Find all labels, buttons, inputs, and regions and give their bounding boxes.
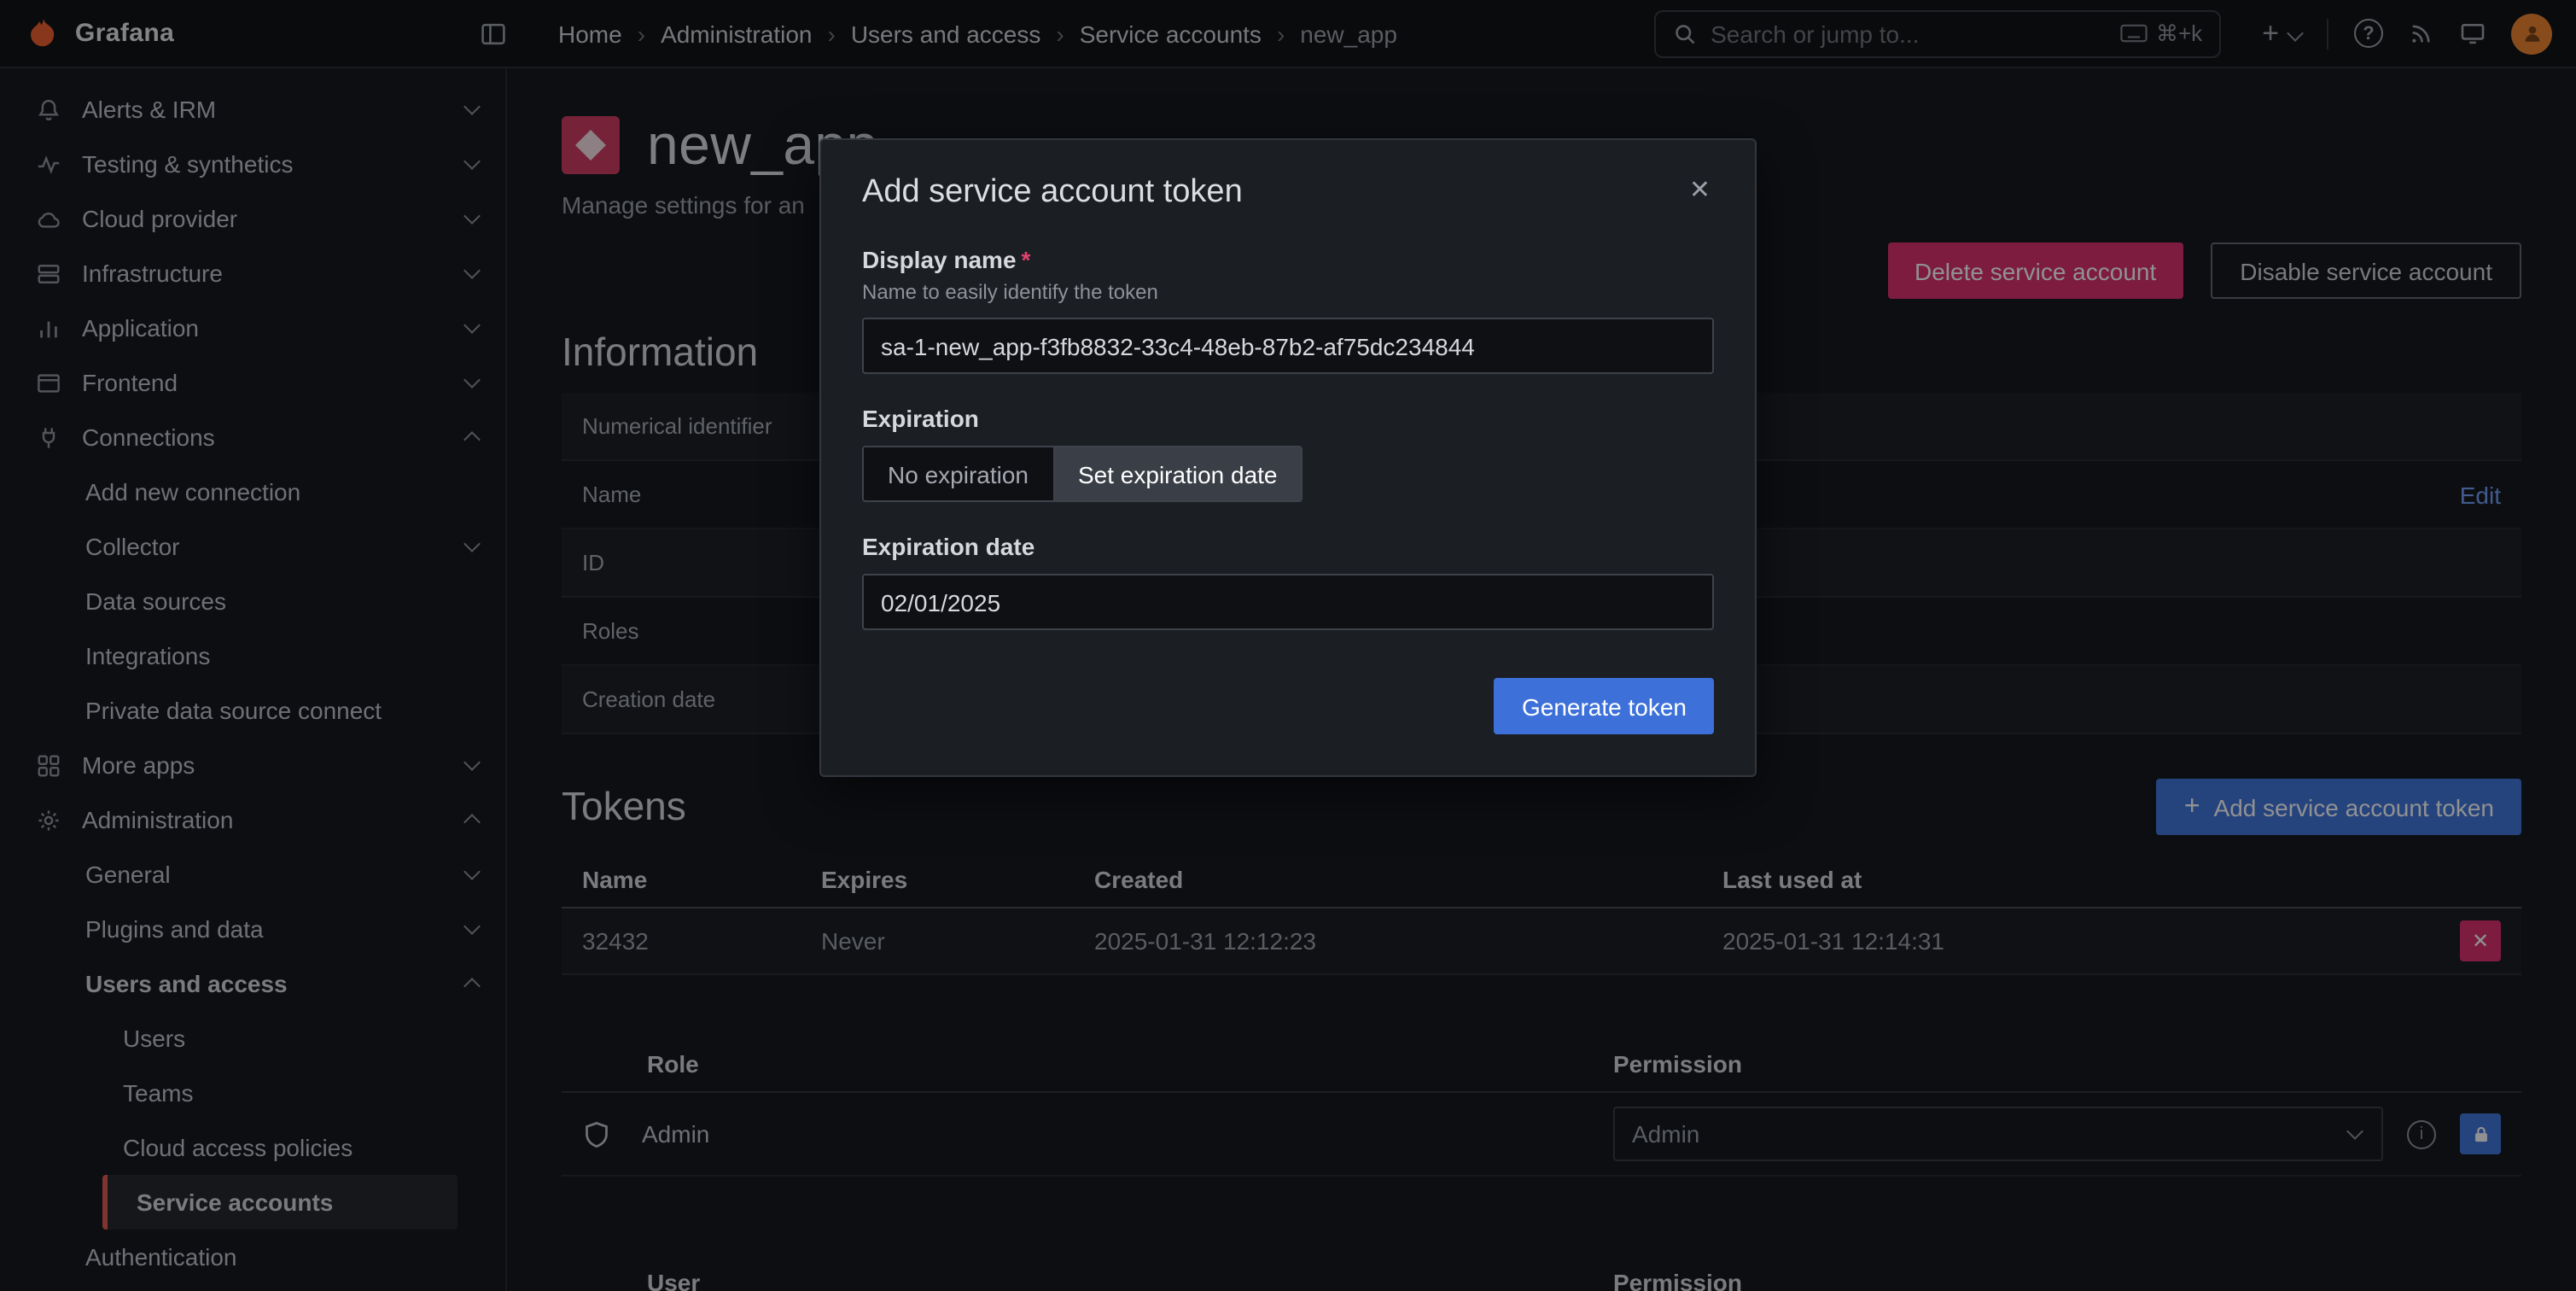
option-set-expiration-date[interactable]: Set expiration date — [1052, 447, 1302, 500]
expiration-toggle: No expiration Set expiration date — [862, 446, 1303, 502]
expiration-label: Expiration — [862, 405, 1714, 432]
expiration-date-input[interactable] — [862, 574, 1714, 630]
close-icon[interactable]: ✕ — [1686, 174, 1714, 207]
required-mark: * — [1022, 246, 1031, 273]
display-name-input[interactable] — [862, 318, 1714, 374]
display-name-help: Name to easily identify the token — [862, 280, 1714, 304]
display-name-label: Display name * — [862, 246, 1714, 273]
expiration-date-label: Expiration date — [862, 533, 1714, 560]
add-token-modal: Add service account token ✕ Display name… — [819, 138, 1757, 777]
option-no-expiration[interactable]: No expiration — [864, 447, 1052, 500]
modal-title: Add service account token — [862, 174, 1243, 212]
app: Grafana Home › Administration › Users an… — [0, 0, 2576, 1291]
generate-token-button[interactable]: Generate token — [1495, 678, 1714, 734]
